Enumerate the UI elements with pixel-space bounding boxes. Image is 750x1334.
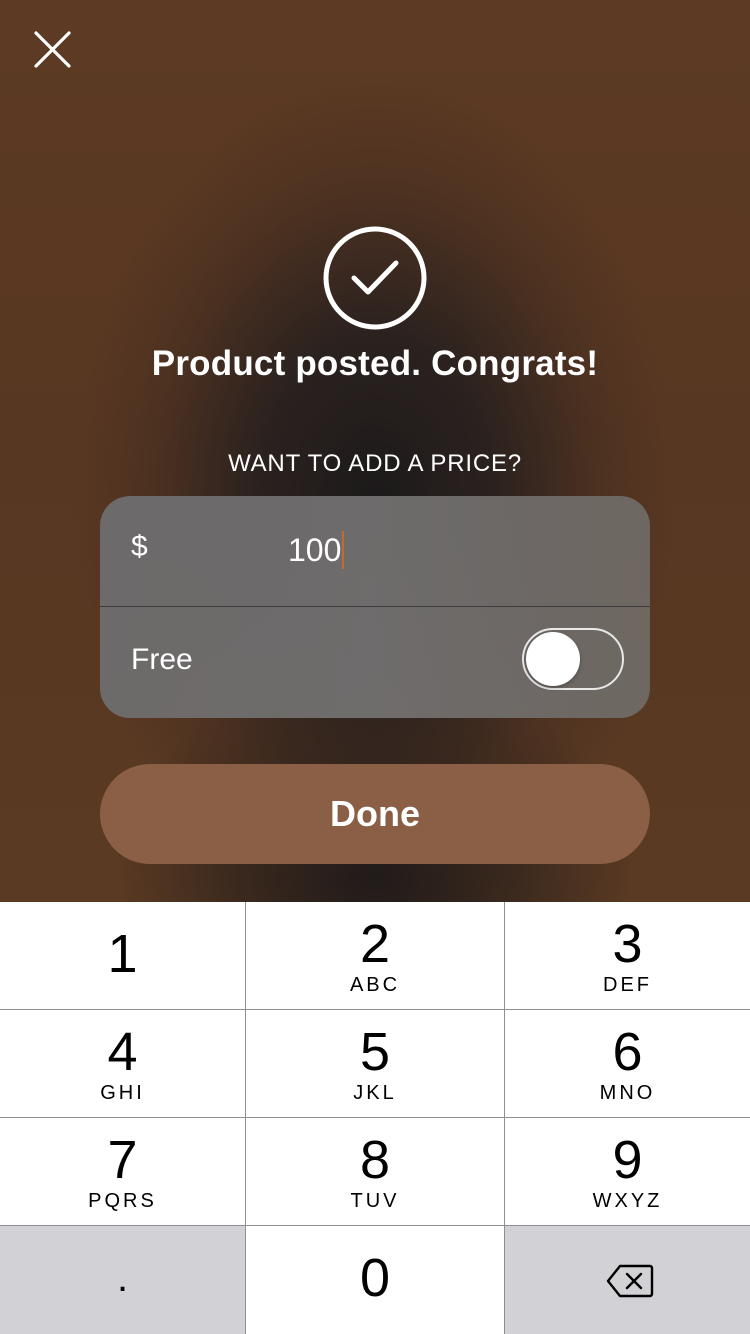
key-letters: GHI <box>100 1082 145 1104</box>
price-card: $ 100 Free <box>100 496 650 718</box>
free-label: Free <box>131 643 193 676</box>
key-digit: 4 <box>107 1022 138 1082</box>
key-letters: TUV <box>350 1190 400 1212</box>
key-9[interactable]: 9 WXYZ <box>505 1118 750 1225</box>
price-input[interactable]: 100 <box>288 526 588 574</box>
free-toggle[interactable] <box>522 628 624 690</box>
key-7[interactable]: 7 PQRS <box>0 1118 245 1225</box>
key-8[interactable]: 8 TUV <box>246 1118 504 1225</box>
key-6[interactable]: 6 MNO <box>505 1010 750 1117</box>
key-digit: . <box>116 1256 129 1300</box>
done-button[interactable]: Done <box>100 764 650 864</box>
toggle-knob <box>526 632 580 686</box>
key-letters: MNO <box>599 1082 656 1104</box>
key-digit: 3 <box>612 914 643 974</box>
key-digit: 5 <box>359 1022 391 1082</box>
price-prompt-label: WANT TO ADD A PRICE? <box>228 450 522 477</box>
close-button[interactable] <box>28 26 76 74</box>
key-digit: 7 <box>107 1130 138 1190</box>
key-letters: PQRS <box>88 1190 157 1212</box>
key-digit: 9 <box>612 1130 643 1190</box>
key-5[interactable]: 5 JKL <box>246 1010 504 1117</box>
backspace-icon <box>606 1264 654 1298</box>
key-digit: 8 <box>359 1130 391 1190</box>
key-2[interactable]: 2 ABC <box>246 902 504 1009</box>
key-digit: 2 <box>359 914 391 974</box>
key-digit: 6 <box>612 1022 643 1082</box>
success-title: Product posted. Congrats! <box>151 344 599 383</box>
key-letters: DEF <box>603 974 652 996</box>
key-decimal[interactable]: . <box>0 1226 245 1334</box>
key-letters: ABC <box>349 974 401 996</box>
key-1[interactable]: 1 <box>0 902 245 1009</box>
key-digit: 0 <box>359 1248 391 1308</box>
price-value: 100 <box>288 532 342 568</box>
close-icon <box>34 31 71 68</box>
numeric-keypad: 1 2 ABC 3 DEF 4 GHI 5 JKL 6 MNO 7 PQRS 8… <box>0 902 750 1334</box>
free-row: Free <box>100 607 650 717</box>
currency-symbol: $ <box>131 530 148 563</box>
key-letters: WXYZ <box>592 1190 663 1212</box>
key-0[interactable]: 0 <box>246 1226 504 1334</box>
text-caret <box>342 531 345 569</box>
key-4[interactable]: 4 GHI <box>0 1010 245 1117</box>
checkmark-circle-icon <box>323 226 427 330</box>
key-backspace[interactable] <box>505 1226 750 1334</box>
key-3[interactable]: 3 DEF <box>505 902 750 1009</box>
key-letters: JKL <box>353 1082 397 1104</box>
key-digit: 1 <box>107 924 138 984</box>
price-row[interactable]: $ 100 <box>100 496 650 606</box>
